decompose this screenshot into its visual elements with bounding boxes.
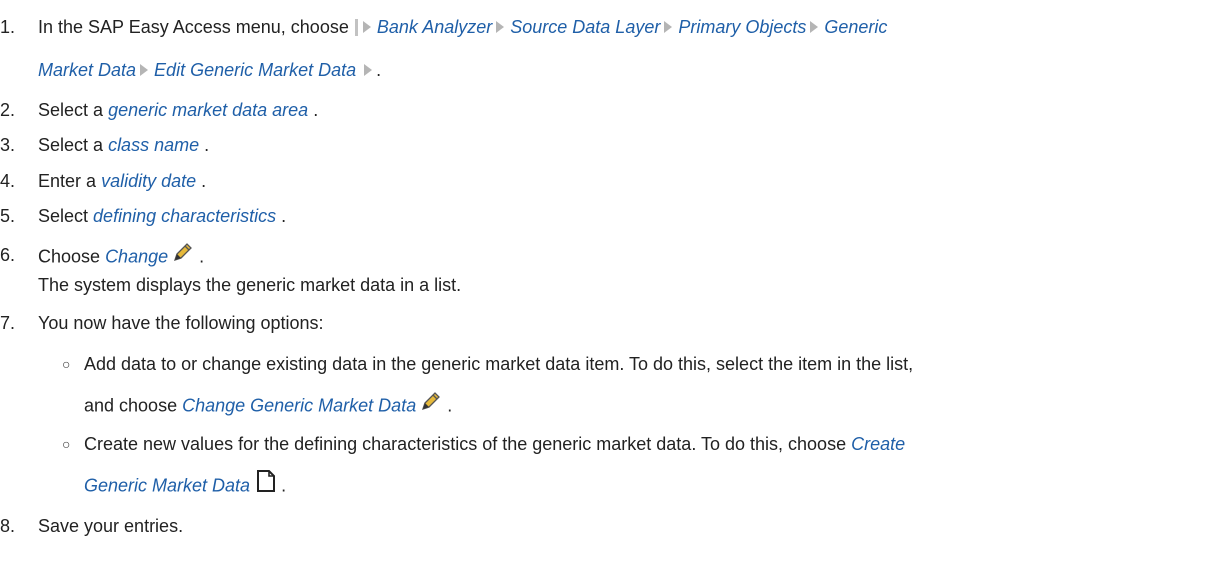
step-number: 5. [0, 206, 16, 226]
option-link[interactable]: Generic Market Data [84, 475, 250, 495]
step-number: 7. [0, 313, 16, 333]
step-end: . [281, 206, 287, 226]
menu-path-item[interactable]: Bank Analyzer [377, 17, 492, 37]
step-text: Select [38, 206, 89, 226]
path-arrow-icon [362, 21, 371, 34]
document: 1. In the SAP Easy Access menu, choose Ba… [0, 0, 1225, 566]
step-text: In the SAP Easy Access menu, choose [38, 17, 349, 37]
document-icon [256, 470, 276, 497]
path-end-icon [364, 64, 373, 77]
menu-path-start-icon [354, 18, 358, 36]
option-end: . [447, 395, 453, 416]
step-link[interactable]: generic market data area [108, 100, 308, 120]
step-end: . [376, 60, 382, 80]
step-text: Select a [38, 135, 104, 155]
path-arrow-icon [664, 21, 673, 34]
step-end: . [204, 135, 210, 155]
menu-path-item[interactable]: Primary Objects [678, 17, 806, 37]
path-arrow-icon [140, 64, 149, 77]
option-text: Create new values for the defining chara… [84, 434, 847, 454]
step-number: 8. [0, 516, 16, 536]
option-end: . [281, 475, 287, 496]
step-number: 3. [0, 135, 16, 155]
pencil-icon [172, 241, 194, 268]
bullet-icon: ○ [62, 356, 71, 372]
option-link[interactable]: Change Generic Market Data [182, 395, 416, 415]
option-text: Add data to or change existing data in t… [84, 354, 914, 374]
step-text: Choose [38, 246, 101, 267]
step-number: 2. [0, 100, 16, 120]
step-end: . [313, 100, 319, 120]
step-text: Select a [38, 100, 104, 120]
pencil-icon [420, 390, 442, 417]
step-text: Save your entries. [38, 516, 184, 536]
menu-path-item[interactable]: Generic [824, 17, 887, 37]
menu-path-item[interactable]: Edit Generic Market Data [154, 60, 356, 80]
menu-path-item[interactable]: Source Data Layer [510, 17, 660, 37]
step-text: Enter a [38, 171, 97, 191]
path-arrow-icon [810, 21, 819, 34]
step-text: You now have the following options: [38, 313, 324, 333]
option-text: and choose [84, 395, 178, 416]
step-number: 1. [0, 17, 16, 37]
step-number: 4. [0, 171, 16, 191]
step-link[interactable]: validity date [101, 171, 196, 191]
step-result: The system displays the generic market d… [38, 275, 462, 295]
option-link[interactable]: Create [851, 434, 905, 454]
step-number: 6. [0, 245, 16, 265]
step-end: . [199, 246, 205, 267]
step-end: . [201, 171, 207, 191]
path-arrow-icon [496, 21, 505, 34]
bullet-icon: ○ [62, 436, 71, 452]
menu-path-item[interactable]: Market Data [38, 60, 136, 80]
step-link[interactable]: Change [105, 246, 168, 266]
step-link[interactable]: defining characteristics [93, 206, 276, 226]
step-link[interactable]: class name [108, 135, 199, 155]
